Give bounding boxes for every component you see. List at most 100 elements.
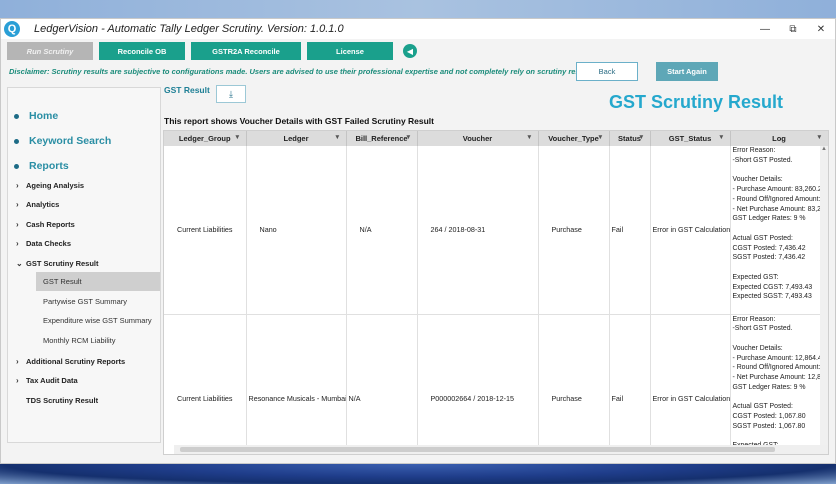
sidebar-item-monthly-rcm-liability[interactable]: Monthly RCM Liability	[36, 331, 160, 350]
sidebar-item-label: TDS Scrutiny Result	[26, 395, 99, 405]
report-description: This report shows Voucher Details with G…	[164, 116, 435, 126]
sidebar-item-label: Ageing Analysis	[26, 180, 85, 190]
column-header-gst-status[interactable]: GST_Status ▼	[650, 131, 731, 146]
scroll-up-icon[interactable]: ▲	[820, 146, 828, 152]
nav-keyword-search-label: Keyword Search	[29, 135, 112, 147]
download-button[interactable]: ⤓	[216, 85, 246, 103]
chevron-right-icon: ›	[16, 375, 19, 385]
chevron-right-icon: ›	[16, 180, 19, 190]
cell-ledger-group: Current Liabilities	[164, 314, 247, 454]
filter-icon[interactable]: ▼	[526, 134, 532, 141]
sidebar-item-tds-scrutiny-result[interactable]: TDS Scrutiny Result	[8, 392, 160, 408]
results-table: Ledger_Group ▼ Ledger ▼ Bill_Reference ▼ Vo…	[164, 131, 828, 454]
cell-voucher-type: Purchase	[538, 146, 610, 315]
back-button[interactable]: Back	[576, 62, 638, 81]
bullet-icon	[14, 113, 19, 119]
cell-bill-reference: N/A	[346, 146, 418, 315]
column-header-log[interactable]: Log ▼	[730, 131, 828, 146]
bullet-icon	[14, 138, 19, 144]
column-header-bill-reference[interactable]: Bill_Reference ▼	[346, 131, 418, 146]
main-content: GST Result ⤓ GST Scrutiny Result This re…	[163, 83, 835, 465]
horizontal-scrollbar[interactable]	[174, 445, 828, 454]
filter-icon[interactable]: ▼	[405, 134, 411, 141]
cell-bill-reference: N/A	[346, 314, 418, 454]
app-logo-icon: Q	[4, 21, 20, 37]
chevron-right-icon: ›	[16, 199, 19, 209]
cell-status: Fail	[609, 146, 651, 315]
sidebar-item-gst-scrutiny-result[interactable]: ⌄ GST Scrutiny Result	[8, 255, 160, 271]
sidebar-item-ageing-analysis[interactable]: › Ageing Analysis	[8, 177, 160, 193]
gstr2a-reconcile-button[interactable]: GSTR2A Reconcile	[191, 42, 301, 60]
toolbar: Run Scrutiny Reconcile OB GSTR2A Reconci…	[1, 39, 835, 61]
title-bar: Q LedgerVision - Automatic Tally Ledger …	[1, 19, 835, 39]
sidebar-item-label: Tax Audit Data	[26, 375, 78, 385]
results-grid[interactable]: Ledger_Group ▼ Ledger ▼ Bill_Reference ▼ Vo…	[163, 130, 829, 455]
cell-voucher: 264 / 2018-08-31	[417, 146, 539, 315]
cell-voucher: P000002664 / 2018-12-15	[417, 314, 539, 454]
download-icon: ⤓	[229, 88, 233, 99]
cell-log: Error Reason: -Short GST Posted. Voucher…	[730, 146, 828, 315]
scrollbar-thumb[interactable]	[180, 447, 775, 452]
nav-home-label: Home	[29, 110, 59, 122]
nav-keyword-search[interactable]: Keyword Search	[8, 133, 160, 149]
taskbar-wallpaper	[0, 464, 836, 484]
window-title: LedgerVision - Automatic Tally Ledger Sc…	[34, 23, 344, 35]
page-title: GST Scrutiny Result	[609, 92, 784, 112]
minimize-button[interactable]: —	[751, 19, 779, 39]
start-again-button[interactable]: Start Again	[656, 62, 718, 81]
back-arrow-icon[interactable]: ◀	[403, 44, 417, 58]
chevron-down-icon: ⌄	[16, 258, 23, 268]
table-row[interactable]: Current Liabilities Resonance Musicals -…	[164, 314, 828, 454]
disclaimer-text: Disclaimer: Scrutiny results are subject…	[9, 67, 596, 76]
window-controls: — ⧉ ✕	[751, 19, 835, 39]
sidebar-item-label: Analytics	[26, 199, 60, 209]
app-window: Q LedgerVision - Automatic Tally Ledger …	[0, 18, 836, 464]
cell-ledger: Resonance Musicals - Mumbai	[246, 314, 347, 454]
table-header-row: Ledger_Group ▼ Ledger ▼ Bill_Reference ▼ Vo…	[164, 131, 828, 146]
cell-gst-status: Error in GST Calculation	[650, 146, 731, 315]
cell-status: Fail	[609, 314, 651, 454]
chevron-right-icon: ›	[16, 238, 19, 248]
cell-log: Error Reason: -Short GST Posted. Voucher…	[730, 314, 828, 454]
sidebar-item-additional-scrutiny-reports[interactable]: › Additional Scrutiny Reports	[8, 353, 160, 369]
cell-ledger: Nano	[246, 146, 347, 315]
cell-voucher-type: Purchase	[538, 314, 610, 454]
filter-icon[interactable]: ▼	[334, 134, 340, 141]
sidebar-item-gst-result[interactable]: GST Result	[36, 272, 160, 291]
column-header-ledger[interactable]: Ledger ▼	[246, 131, 347, 146]
chevron-right-icon: ›	[16, 356, 19, 366]
license-button[interactable]: License	[307, 42, 393, 60]
chevron-right-icon: ›	[16, 219, 19, 229]
table-row[interactable]: Current Liabilities Nano N/A 264 / 2018-…	[164, 146, 828, 315]
column-header-voucher[interactable]: Voucher ▼	[417, 131, 539, 146]
sidebar-item-label: GST Scrutiny Result	[26, 258, 99, 268]
nav-reports-label: Reports	[29, 160, 69, 172]
column-header-ledger-group[interactable]: Ledger_Group ▼	[164, 131, 247, 146]
sidebar-item-cash-reports[interactable]: › Cash Reports	[8, 216, 160, 232]
filter-icon[interactable]: ▼	[597, 134, 603, 141]
desktop-background	[0, 0, 836, 18]
sidebar-item-label: Cash Reports	[26, 219, 75, 229]
filter-icon[interactable]: ▼	[718, 134, 724, 141]
nav-home[interactable]: Home	[8, 108, 160, 124]
restore-button[interactable]: ⧉	[779, 19, 807, 39]
nav-reports[interactable]: Reports	[8, 158, 160, 174]
sidebar-item-data-checks[interactable]: › Data Checks	[8, 235, 160, 251]
column-header-status[interactable]: Status ▼	[609, 131, 651, 146]
sidebar-item-label: Additional Scrutiny Reports	[26, 356, 126, 366]
sidebar: Home Keyword Search Reports › Ageing Anal…	[7, 87, 161, 443]
vertical-scrollbar[interactable]: ▲	[820, 146, 828, 446]
sidebar-item-label: Data Checks	[26, 238, 72, 248]
sidebar-item-partywise-gst-summary[interactable]: Partywise GST Summary	[36, 292, 160, 311]
filter-icon[interactable]: ▼	[638, 134, 644, 141]
reconcile-ob-button[interactable]: Reconcile OB	[99, 42, 185, 60]
run-scrutiny-button[interactable]: Run Scrutiny	[7, 42, 93, 60]
filter-icon[interactable]: ▼	[234, 134, 240, 141]
sidebar-item-expenditure-wise-gst-summary[interactable]: Expenditure wise GST Summary	[36, 311, 160, 330]
sidebar-item-analytics[interactable]: › Analytics	[8, 196, 160, 212]
sidebar-item-tax-audit-data[interactable]: › Tax Audit Data	[8, 372, 160, 388]
cell-ledger-group: Current Liabilities	[164, 146, 247, 315]
close-button[interactable]: ✕	[807, 19, 835, 39]
column-header-voucher-type[interactable]: Voucher_Type ▼	[538, 131, 610, 146]
filter-icon[interactable]: ▼	[816, 134, 822, 141]
